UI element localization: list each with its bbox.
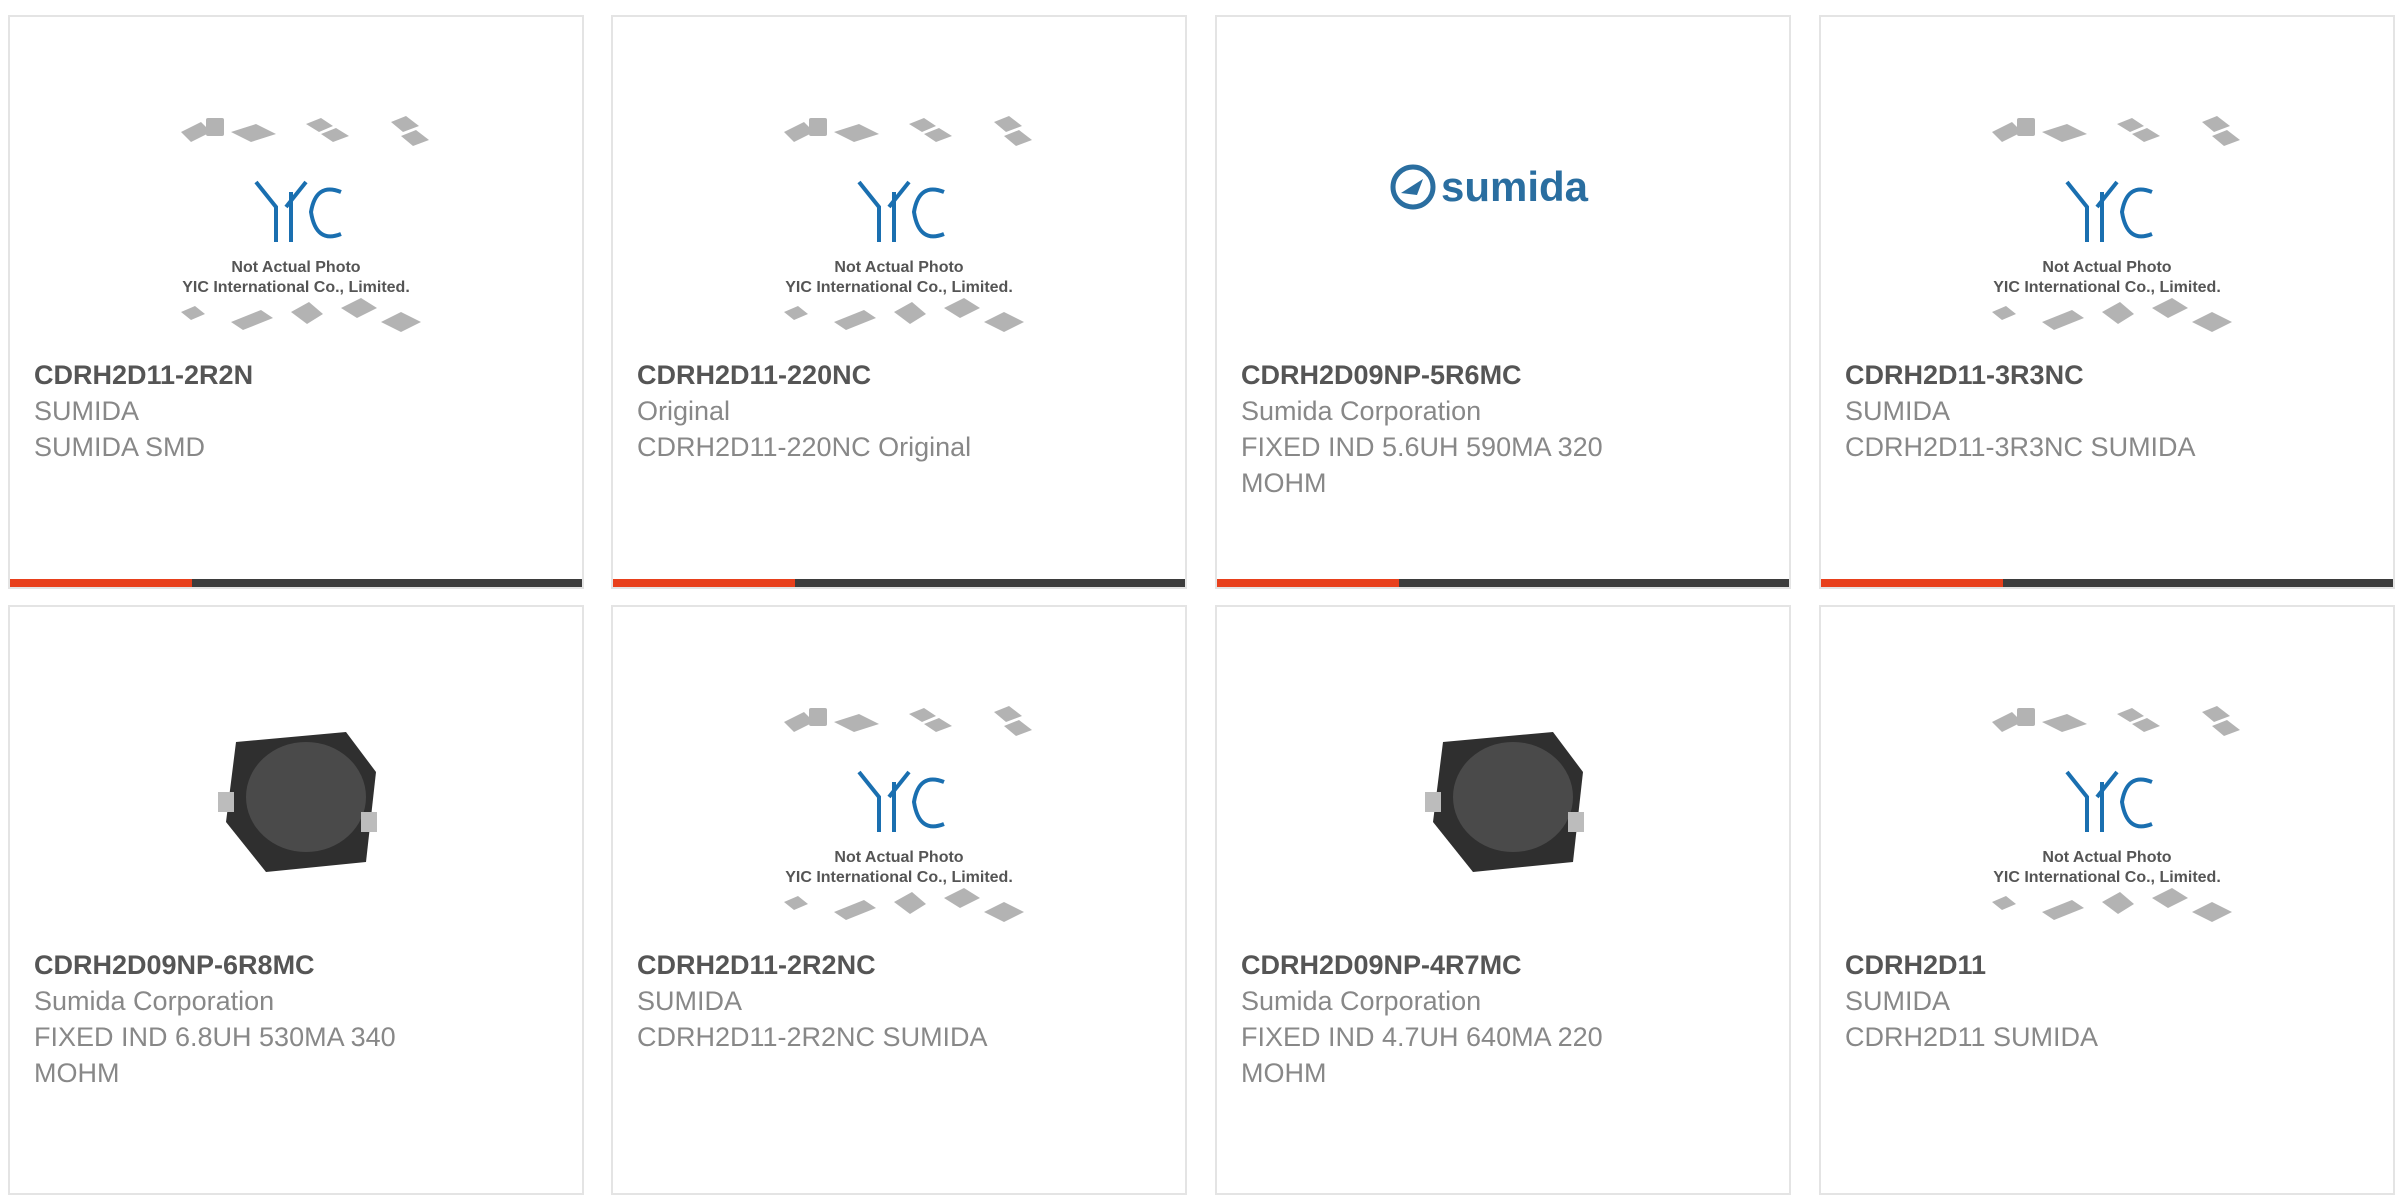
card-accent	[10, 579, 192, 587]
yic-placeholder-image: Not Actual Photo YIC International Co., …	[784, 706, 1032, 922]
product-image[interactable]: Not Actual Photo YIC International Co., …	[613, 97, 1185, 367]
manufacturer: SUMIDA	[1845, 986, 1951, 1016]
product-image[interactable]: Not Actual Photo YIC International Co., …	[613, 687, 1185, 957]
description: FIXED IND 5.6UH 590MA 320 MOHM	[1241, 432, 1603, 498]
yic-placeholder-image: Not Actual Photo YIC International Co., …	[181, 116, 429, 332]
description: FIXED IND 6.8UH 530MA 340 MOHM	[34, 1022, 396, 1088]
yic-placeholder-image: Not Actual Photo YIC International Co., …	[1992, 116, 2240, 332]
part-number[interactable]: CDRH2D09NP-6R8MC	[34, 947, 558, 983]
product-image[interactable]: Not Actual Photo YIC International Co., …	[1821, 687, 2393, 957]
card-bottom-bar	[1217, 579, 1789, 587]
product-card[interactable]: Not Actual Photo YIC International Co., …	[1819, 15, 2395, 589]
sumida-logo-image: sumida	[1390, 163, 1589, 210]
card-accent	[1217, 579, 1399, 587]
placeholder-line2: YIC International Co., Limited.	[1993, 869, 2221, 886]
part-number[interactable]: CDRH2D11-3R3NC	[1845, 357, 2369, 393]
inductor-photo-image	[1425, 732, 1584, 872]
manufacturer: Original	[637, 396, 731, 426]
product-image[interactable]: Not Actual Photo YIC International Co., …	[1821, 97, 2393, 367]
part-number[interactable]: CDRH2D09NP-5R6MC	[1241, 357, 1765, 393]
placeholder-line2: YIC International Co., Limited.	[1993, 279, 2221, 296]
card-accent	[1821, 579, 2003, 587]
product-card[interactable]: CDRH2D09NP-6R8MC Sumida Corporation FIXE…	[8, 605, 584, 1195]
card-bottom-bar	[1821, 579, 2393, 587]
placeholder-line1: Not Actual Photo	[2042, 849, 2171, 866]
placeholder-line1: Not Actual Photo	[834, 259, 963, 276]
manufacturer: SUMIDA	[637, 986, 743, 1016]
part-number[interactable]: CDRH2D11-2R2N	[34, 357, 558, 393]
product-image[interactable]	[10, 687, 582, 957]
manufacturer: Sumida Corporation	[1241, 986, 1482, 1016]
description: CDRH2D11-3R3NC SUMIDA	[1845, 432, 2196, 462]
sumida-logo-text: sumida	[1441, 163, 1589, 210]
description: CDRH2D11-2R2NC SUMIDA	[637, 1022, 988, 1052]
part-number[interactable]: CDRH2D09NP-4R7MC	[1241, 947, 1765, 983]
manufacturer: SUMIDA	[34, 396, 140, 426]
product-card[interactable]: Not Actual Photo YIC International Co., …	[1819, 605, 2395, 1195]
inductor-photo-image	[218, 732, 377, 872]
card-accent	[613, 579, 795, 587]
yic-placeholder-image: Not Actual Photo YIC International Co., …	[784, 116, 1032, 332]
product-card[interactable]: Not Actual Photo YIC International Co., …	[611, 605, 1187, 1195]
part-number[interactable]: CDRH2D11-220NC	[637, 357, 1161, 393]
description: FIXED IND 4.7UH 640MA 220 MOHM	[1241, 1022, 1603, 1088]
placeholder-line2: YIC International Co., Limited.	[182, 279, 410, 296]
product-card[interactable]: sumida CDRH2D09NP-5R6MC Sumida Corporati…	[1215, 15, 1791, 589]
placeholder-line1: Not Actual Photo	[231, 259, 360, 276]
part-number[interactable]: CDRH2D11	[1845, 947, 2369, 983]
placeholder-line2: YIC International Co., Limited.	[785, 869, 1013, 886]
part-number[interactable]: CDRH2D11-2R2NC	[637, 947, 1161, 983]
yic-placeholder-image: Not Actual Photo YIC International Co., …	[1992, 706, 2240, 922]
product-image[interactable]: Not Actual Photo YIC International Co., …	[10, 97, 582, 367]
description: SUMIDA SMD	[34, 432, 206, 462]
product-card[interactable]: CDRH2D09NP-4R7MC Sumida Corporation FIXE…	[1215, 605, 1791, 1195]
description: CDRH2D11 SUMIDA	[1845, 1022, 2099, 1052]
product-card[interactable]: Not Actual Photo YIC International Co., …	[8, 15, 584, 589]
product-image[interactable]: sumida	[1217, 97, 1789, 367]
manufacturer: SUMIDA	[1845, 396, 1951, 426]
placeholder-line2: YIC International Co., Limited.	[785, 279, 1013, 296]
product-image[interactable]	[1217, 687, 1789, 957]
manufacturer: Sumida Corporation	[1241, 396, 1482, 426]
card-bottom-bar	[613, 579, 1185, 587]
manufacturer: Sumida Corporation	[34, 986, 275, 1016]
placeholder-line1: Not Actual Photo	[834, 849, 963, 866]
description: CDRH2D11-220NC Original	[637, 432, 972, 462]
card-bottom-bar	[10, 579, 582, 587]
placeholder-line1: Not Actual Photo	[2042, 259, 2171, 276]
product-card[interactable]: Not Actual Photo YIC International Co., …	[611, 15, 1187, 589]
